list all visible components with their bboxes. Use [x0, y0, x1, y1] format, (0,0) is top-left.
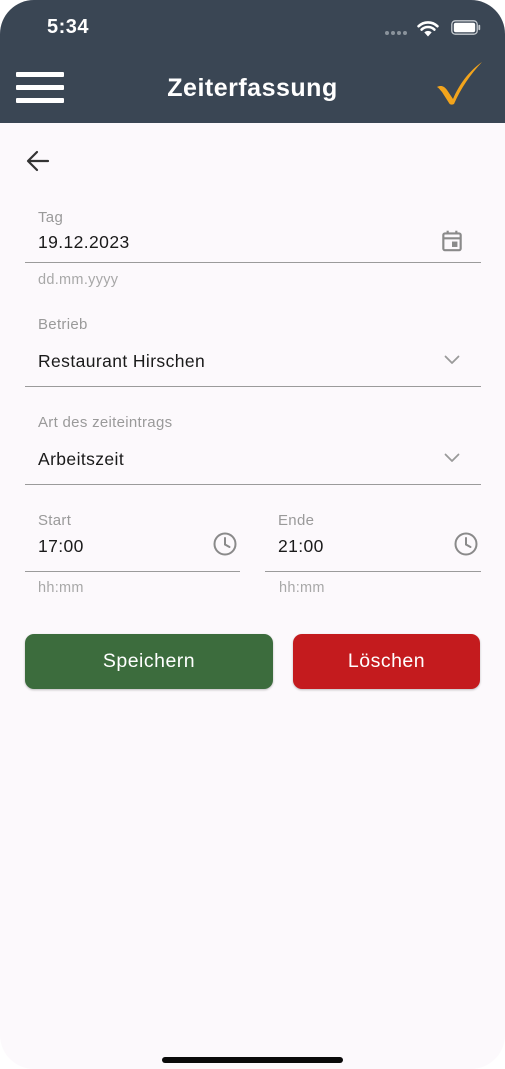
end-time-underline [265, 571, 481, 572]
business-dropdown-label: Betrieb [38, 316, 88, 333]
page-title: Zeiterfassung [167, 74, 338, 102]
app-header: 5:34 Zeiterfassung [0, 0, 505, 123]
wifi-icon [417, 21, 439, 37]
checkmark-icon[interactable] [434, 60, 484, 106]
date-field-value: 19.12.2023 [38, 232, 130, 252]
chevron-down-icon[interactable] [444, 453, 460, 463]
app-screen: 5:34 Zeiterfassung Tag 19.12.2023 dd.mm.… [0, 0, 505, 1069]
start-time-label: Start [38, 512, 72, 529]
date-field[interactable]: Tag 19.12.2023 [25, 205, 481, 263]
clock-icon[interactable] [453, 531, 479, 557]
delete-button[interactable]: Löschen [293, 634, 480, 689]
status-time: 5:34 [47, 16, 90, 38]
date-field-underline [25, 262, 481, 263]
entry-type-dropdown[interactable]: Art des zeiteintrags Arbeitszeit [25, 410, 481, 486]
calendar-icon[interactable] [439, 228, 465, 254]
date-field-label: Tag [38, 209, 64, 226]
date-field-hint: dd.mm.yyyy [38, 272, 119, 288]
home-indicator [162, 1057, 343, 1063]
start-time-underline [25, 571, 240, 572]
business-dropdown-value: Restaurant Hirschen [38, 351, 206, 371]
entry-type-dropdown-label: Art des zeiteintrags [38, 414, 173, 431]
save-button[interactable]: Speichern [25, 634, 273, 689]
clock-icon[interactable] [212, 531, 238, 557]
chevron-down-icon[interactable] [444, 355, 460, 365]
start-time-hint: hh:mm [38, 580, 84, 596]
business-dropdown[interactable]: Betrieb Restaurant Hirschen [25, 312, 481, 388]
start-time-field[interactable]: Start 17:00 [25, 508, 240, 572]
start-time-value: 17:00 [38, 536, 84, 556]
end-time-label: Ende [278, 512, 315, 529]
entry-type-dropdown-underline [25, 484, 481, 485]
end-time-field[interactable]: Ende 21:00 [265, 508, 481, 572]
signal-icon [385, 31, 409, 35]
arrow-left-icon[interactable] [26, 150, 50, 172]
business-dropdown-underline [25, 386, 481, 387]
battery-icon [451, 20, 481, 35]
end-time-value: 21:00 [278, 536, 324, 556]
entry-type-dropdown-value: Arbeitszeit [38, 449, 125, 469]
end-time-hint: hh:mm [279, 580, 325, 596]
